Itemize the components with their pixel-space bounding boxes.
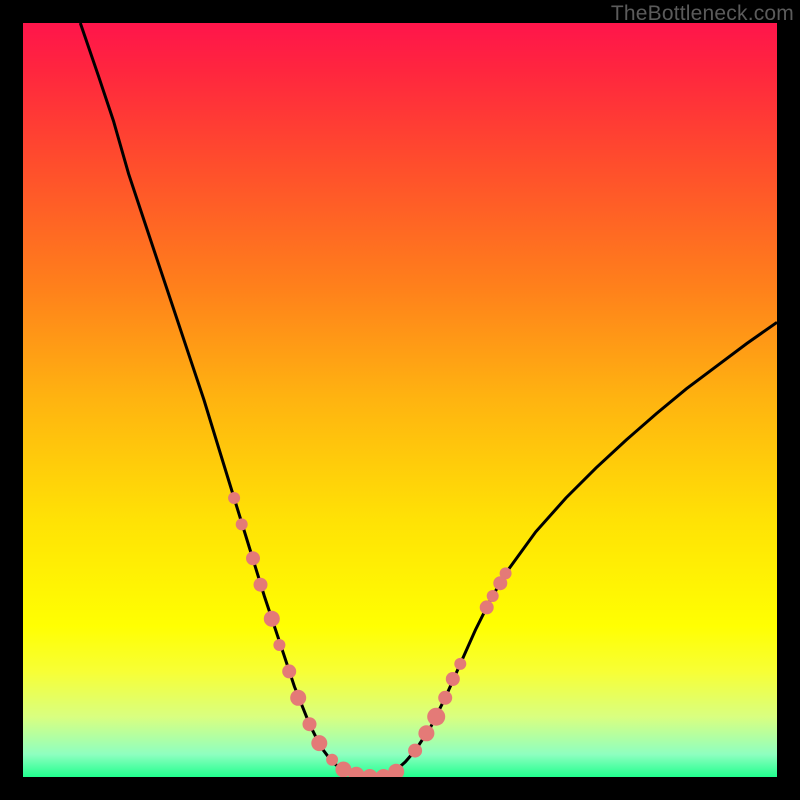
bottleneck-curve xyxy=(23,23,777,777)
curve-marker xyxy=(446,672,460,686)
curve-marker xyxy=(311,735,327,751)
curve-marker xyxy=(254,578,268,592)
curve-marker xyxy=(480,600,494,614)
chart-frame: TheBottleneck.com xyxy=(0,0,800,800)
curve-marker xyxy=(228,492,240,504)
curve-path xyxy=(80,23,777,777)
curve-marker xyxy=(438,691,452,705)
curve-marker xyxy=(282,664,296,678)
curve-marker xyxy=(326,754,338,766)
curve-marker xyxy=(273,639,285,651)
curve-marker xyxy=(427,708,445,726)
curve-marker xyxy=(408,744,422,758)
curve-marker xyxy=(454,658,466,670)
curve-marker xyxy=(246,551,260,565)
curve-marker xyxy=(487,590,499,602)
plot-area xyxy=(23,23,777,777)
curve-marker xyxy=(303,717,317,731)
curve-marker xyxy=(236,518,248,530)
curve-marker xyxy=(418,725,434,741)
curve-marker xyxy=(264,611,280,627)
curve-marker xyxy=(362,769,378,777)
curve-marker xyxy=(500,567,512,579)
curve-marker xyxy=(290,690,306,706)
curve-markers xyxy=(228,492,512,777)
